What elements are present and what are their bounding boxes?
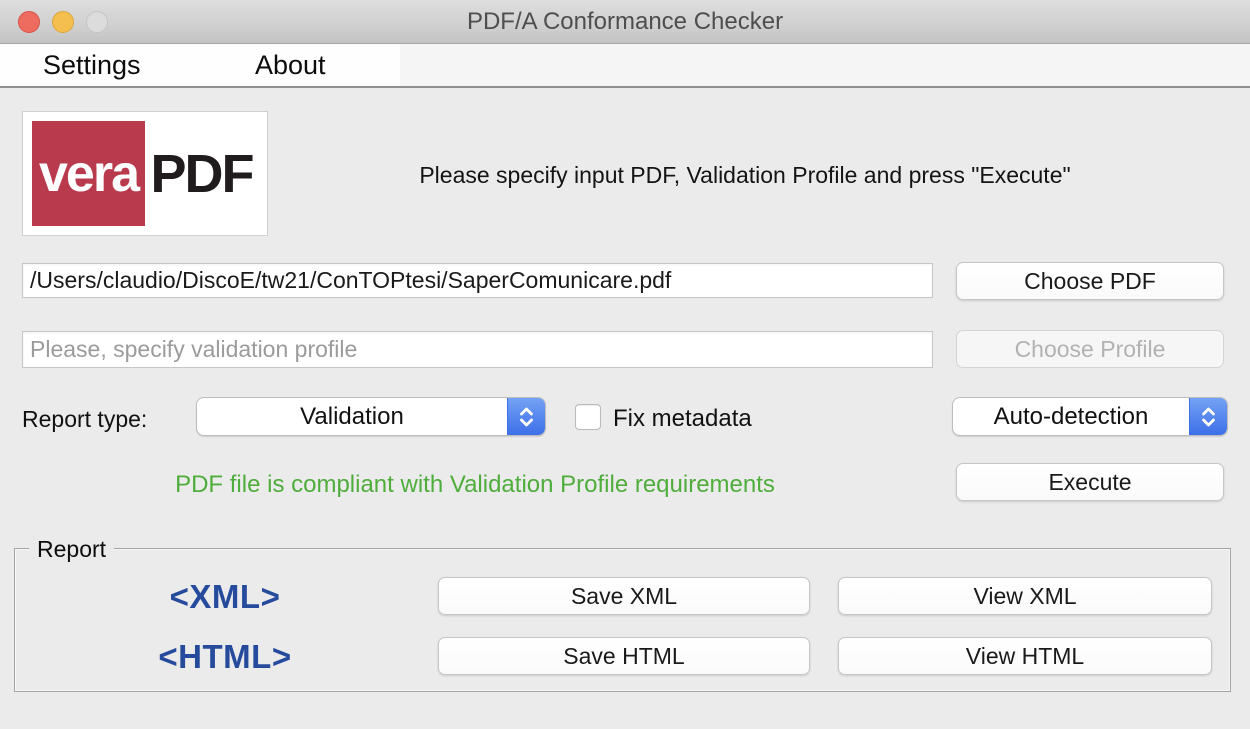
- verapdf-logo: vera PDF: [22, 111, 268, 236]
- instruction-text: Please specify input PDF, Validation Pro…: [280, 160, 1210, 190]
- fix-metadata-checkbox[interactable]: [575, 404, 601, 430]
- fix-metadata-label: Fix metadata: [613, 404, 752, 434]
- execute-button[interactable]: Execute: [956, 463, 1224, 501]
- choose-profile-button[interactable]: Choose Profile: [956, 330, 1224, 368]
- view-xml-button[interactable]: View XML: [838, 577, 1212, 615]
- save-html-button[interactable]: Save HTML: [438, 637, 810, 675]
- menu-bar: Settings About: [0, 44, 1250, 88]
- logo-pdf-text: PDF: [145, 121, 258, 226]
- compliance-status-text: PDF file is compliant with Validation Pr…: [0, 470, 950, 500]
- report-type-selected-value: Validation: [197, 398, 507, 435]
- report-type-select[interactable]: Validation: [196, 397, 546, 436]
- pdf-path-input[interactable]: [22, 263, 933, 298]
- title-bar: PDF/A Conformance Checker: [0, 0, 1250, 44]
- view-html-button[interactable]: View HTML: [838, 637, 1212, 675]
- window-title: PDF/A Conformance Checker: [0, 0, 1250, 44]
- choose-pdf-button[interactable]: Choose PDF: [956, 262, 1224, 300]
- flavour-select[interactable]: Auto-detection: [952, 397, 1228, 436]
- menu-bar-spacer: [400, 44, 1250, 86]
- save-xml-button[interactable]: Save XML: [438, 577, 810, 615]
- validation-profile-input[interactable]: [22, 331, 933, 368]
- app-window: PDF/A Conformance Checker Settings About…: [0, 0, 1250, 729]
- report-type-label: Report type:: [22, 404, 147, 434]
- chevron-updown-icon: [1189, 398, 1227, 435]
- html-report-label: <HTML>: [60, 637, 390, 677]
- menu-item-about[interactable]: About: [241, 44, 340, 86]
- logo-vera-text: vera: [32, 121, 145, 226]
- chevron-updown-icon: [507, 398, 545, 435]
- report-groupbox-legend: Report: [29, 535, 114, 563]
- menu-item-settings[interactable]: Settings: [29, 44, 155, 86]
- xml-report-label: <XML>: [60, 577, 390, 617]
- flavour-selected-value: Auto-detection: [953, 398, 1189, 435]
- report-groupbox: Report <XML> Save XML View XML <HTML> Sa…: [14, 548, 1231, 692]
